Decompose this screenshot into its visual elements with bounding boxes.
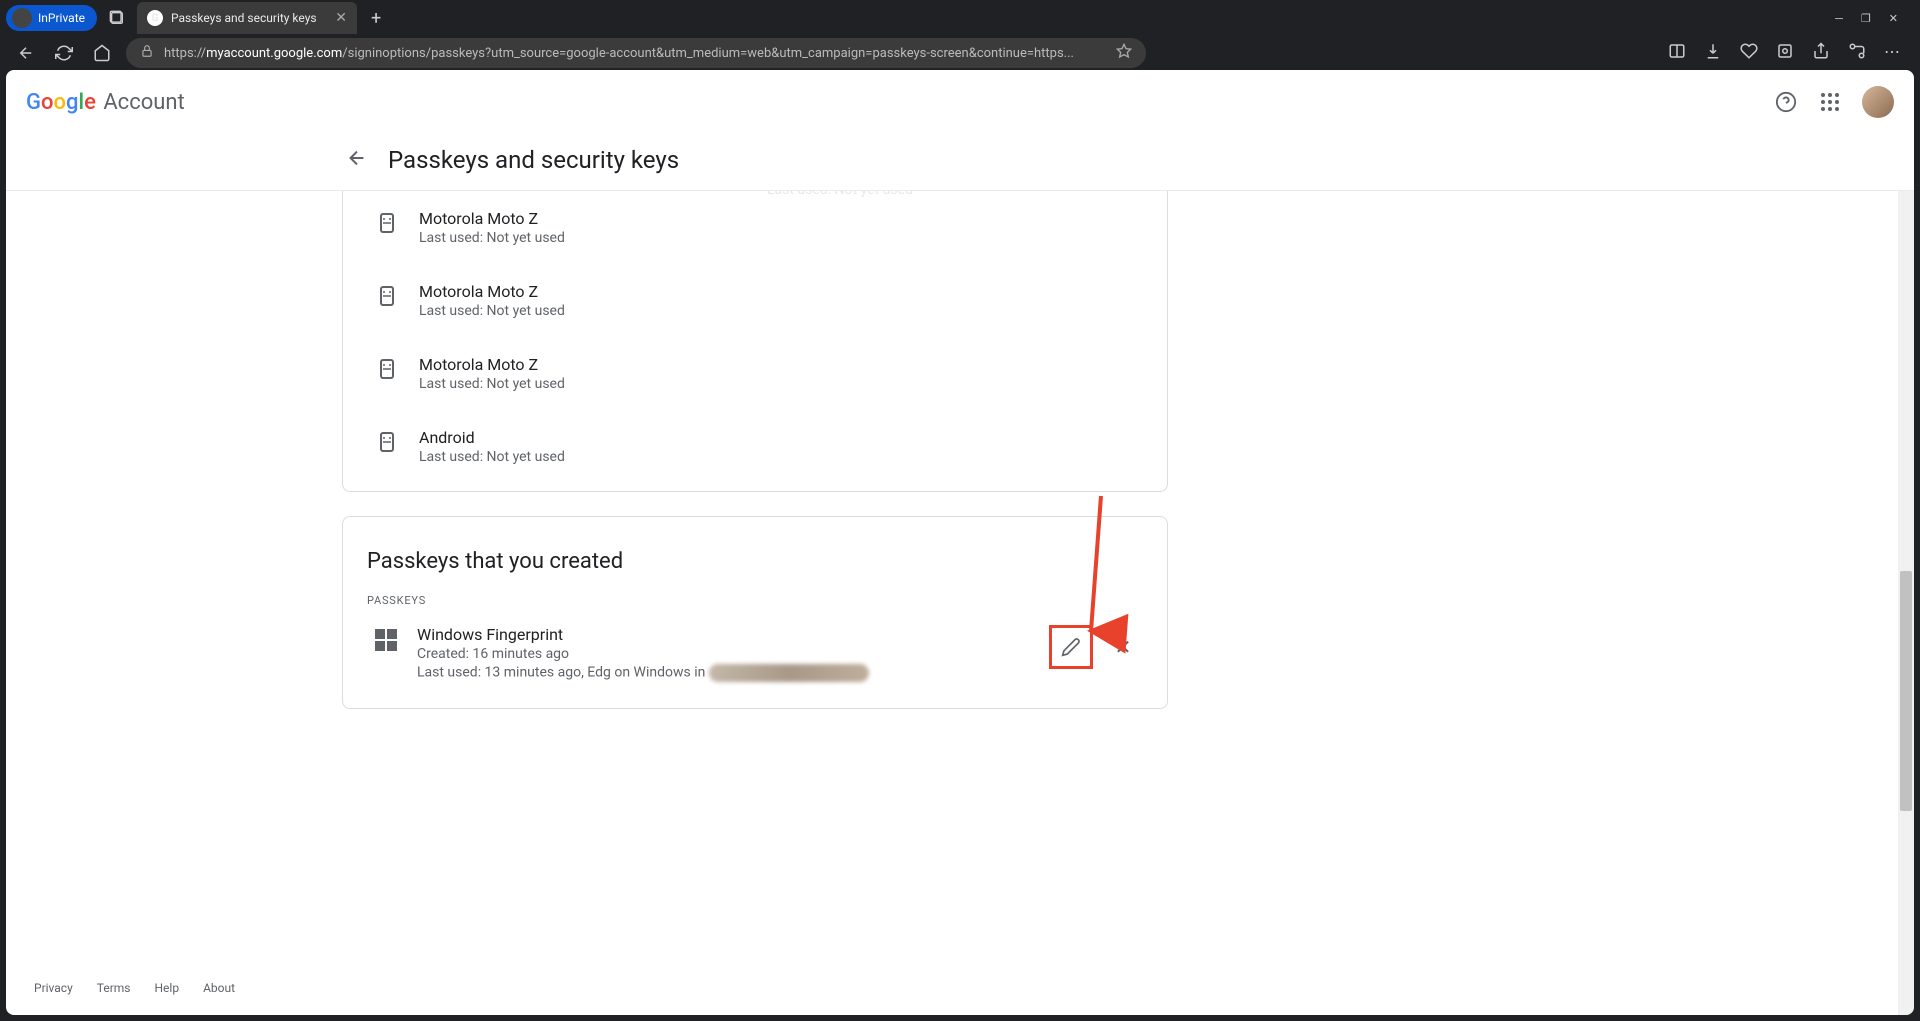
window-controls: ─ ❐ ✕: [1835, 12, 1914, 25]
tab-close-icon[interactable]: ✕: [335, 10, 347, 26]
footer-about[interactable]: About: [203, 981, 235, 995]
close-window-icon[interactable]: ✕: [1889, 12, 1898, 25]
account-avatar[interactable]: [1862, 86, 1894, 118]
browser-chrome: InPrivate G Passkeys and security keys ✕…: [0, 0, 1920, 70]
tab-title: Passkeys and security keys: [171, 11, 317, 25]
page-viewport: Google Account Passkeys and security key…: [6, 70, 1914, 1015]
device-sub: Last used: Not yet used: [419, 230, 565, 246]
favorites-icon[interactable]: [1740, 42, 1758, 64]
section-label: PASSKEYS: [343, 582, 1167, 611]
delete-passkey-button[interactable]: ✕: [1103, 635, 1143, 659]
home-button[interactable]: [88, 44, 116, 62]
device-name: Motorola Moto Z: [419, 355, 565, 374]
collections-icon[interactable]: [1848, 42, 1866, 64]
more-icon[interactable]: ⋯: [1884, 42, 1900, 64]
partial-device-row: Android Last used: Not yet used: [767, 191, 913, 198]
extensions-icon[interactable]: [1776, 42, 1794, 64]
share-icon[interactable]: [1812, 42, 1830, 64]
passkey-last-used: Last used: 13 minutes ago, Edg on Window…: [417, 664, 869, 682]
content-area: Android Last used: Not yet used Motorola…: [6, 191, 1914, 1015]
tab-favicon-icon: G: [147, 10, 163, 26]
device-name: Motorola Moto Z: [419, 209, 565, 228]
lock-icon: [140, 44, 154, 62]
back-arrow-icon[interactable]: [346, 147, 368, 174]
inprivate-label: InPrivate: [38, 11, 85, 25]
browser-tab[interactable]: G Passkeys and security keys ✕: [137, 2, 357, 34]
url-text: https://myaccount.google.com/signinoptio…: [164, 46, 1074, 61]
split-screen-icon[interactable]: [1668, 42, 1686, 64]
address-bar: https://myaccount.google.com/signinoptio…: [0, 36, 1920, 70]
device-row: Motorola Moto Z Last used: Not yet used: [343, 191, 1167, 264]
device-name: Motorola Moto Z: [419, 282, 565, 301]
back-button[interactable]: [12, 44, 40, 62]
device-sub: Last used: Not yet used: [419, 303, 565, 319]
google-account-header: Google Account: [6, 70, 1914, 134]
scrollbar-track[interactable]: [1898, 191, 1914, 1015]
tab-bar: InPrivate G Passkeys and security keys ✕…: [0, 0, 1920, 36]
profile-mini-icon: [12, 8, 32, 28]
device-android-icon: [375, 357, 399, 381]
edit-passkey-button[interactable]: [1049, 625, 1093, 669]
passkey-name: Windows Fingerprint: [417, 625, 869, 644]
redacted-location: [709, 664, 869, 682]
device-row: Motorola Moto Z Last used: Not yet used: [343, 337, 1167, 410]
device-android-icon: [375, 284, 399, 308]
footer-help[interactable]: Help: [155, 981, 180, 995]
page-title-bar: Passkeys and security keys: [6, 134, 1914, 191]
tab-actions-icon[interactable]: [103, 4, 131, 32]
device-row: Android Last used: Not yet used: [343, 410, 1167, 483]
new-tab-button[interactable]: +: [363, 8, 389, 29]
favorite-icon[interactable]: [1116, 43, 1132, 63]
device-sub: Last used: Not yet used: [419, 449, 565, 465]
created-passkeys-card: Passkeys that you created PASSKEYS Windo…: [342, 516, 1168, 709]
inprivate-badge[interactable]: InPrivate: [6, 5, 97, 31]
passkey-created: Created: 16 minutes ago: [417, 646, 869, 662]
device-row: Motorola Moto Z Last used: Not yet used: [343, 264, 1167, 337]
windows-icon: [375, 629, 397, 651]
footer-terms[interactable]: Terms: [97, 981, 131, 995]
google-logo[interactable]: Google Account: [26, 90, 185, 115]
page-title: Passkeys and security keys: [388, 146, 679, 174]
devices-card: Android Last used: Not yet used Motorola…: [342, 191, 1168, 492]
footer-privacy[interactable]: Privacy: [34, 981, 73, 995]
url-input[interactable]: https://myaccount.google.com/signinoptio…: [126, 38, 1146, 68]
device-name: Android: [419, 428, 565, 447]
scrollbar-thumb[interactable]: [1900, 571, 1912, 811]
device-android-icon: [375, 211, 399, 235]
maximize-icon[interactable]: ❐: [1861, 12, 1871, 25]
refresh-button[interactable]: [50, 44, 78, 62]
device-sub: Last used: Not yet used: [419, 376, 565, 392]
toolbar-right: ⋯: [1668, 42, 1908, 64]
downloads-icon[interactable]: [1704, 42, 1722, 64]
passkey-row: Windows Fingerprint Created: 16 minutes …: [343, 611, 1167, 700]
section-title: Passkeys that you created: [343, 525, 1167, 582]
google-apps-icon[interactable]: [1818, 90, 1842, 114]
device-android-icon: [375, 430, 399, 454]
help-icon[interactable]: [1774, 90, 1798, 114]
footer-links: Privacy Terms Help About: [34, 981, 235, 995]
minimize-icon[interactable]: ─: [1835, 12, 1843, 25]
